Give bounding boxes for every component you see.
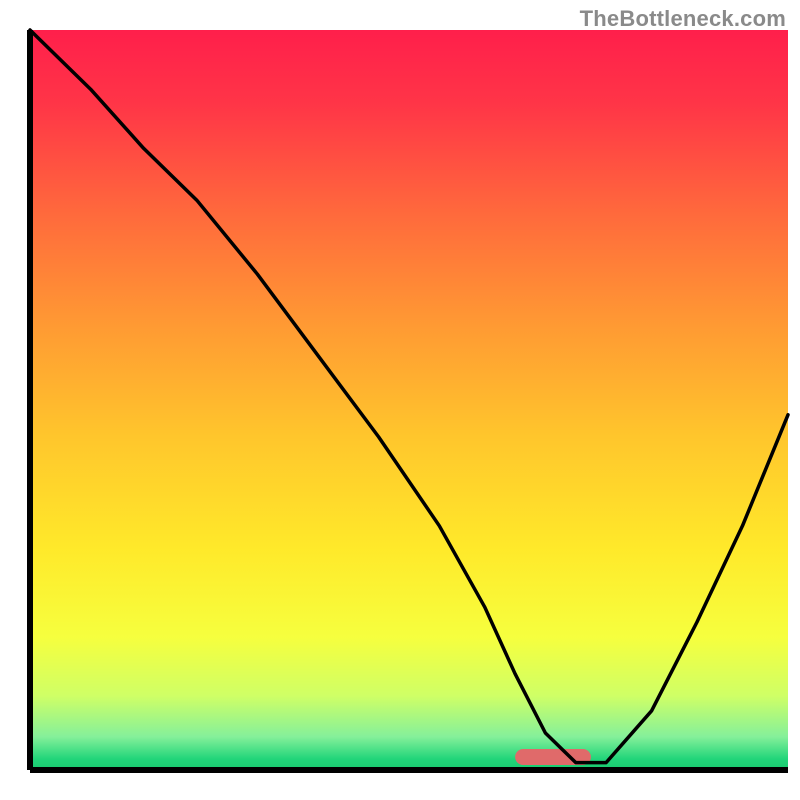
gradient-background bbox=[30, 30, 788, 770]
watermark-text: TheBottleneck.com bbox=[580, 6, 786, 32]
bottleneck-chart bbox=[0, 0, 800, 800]
chart-svg bbox=[0, 0, 800, 800]
